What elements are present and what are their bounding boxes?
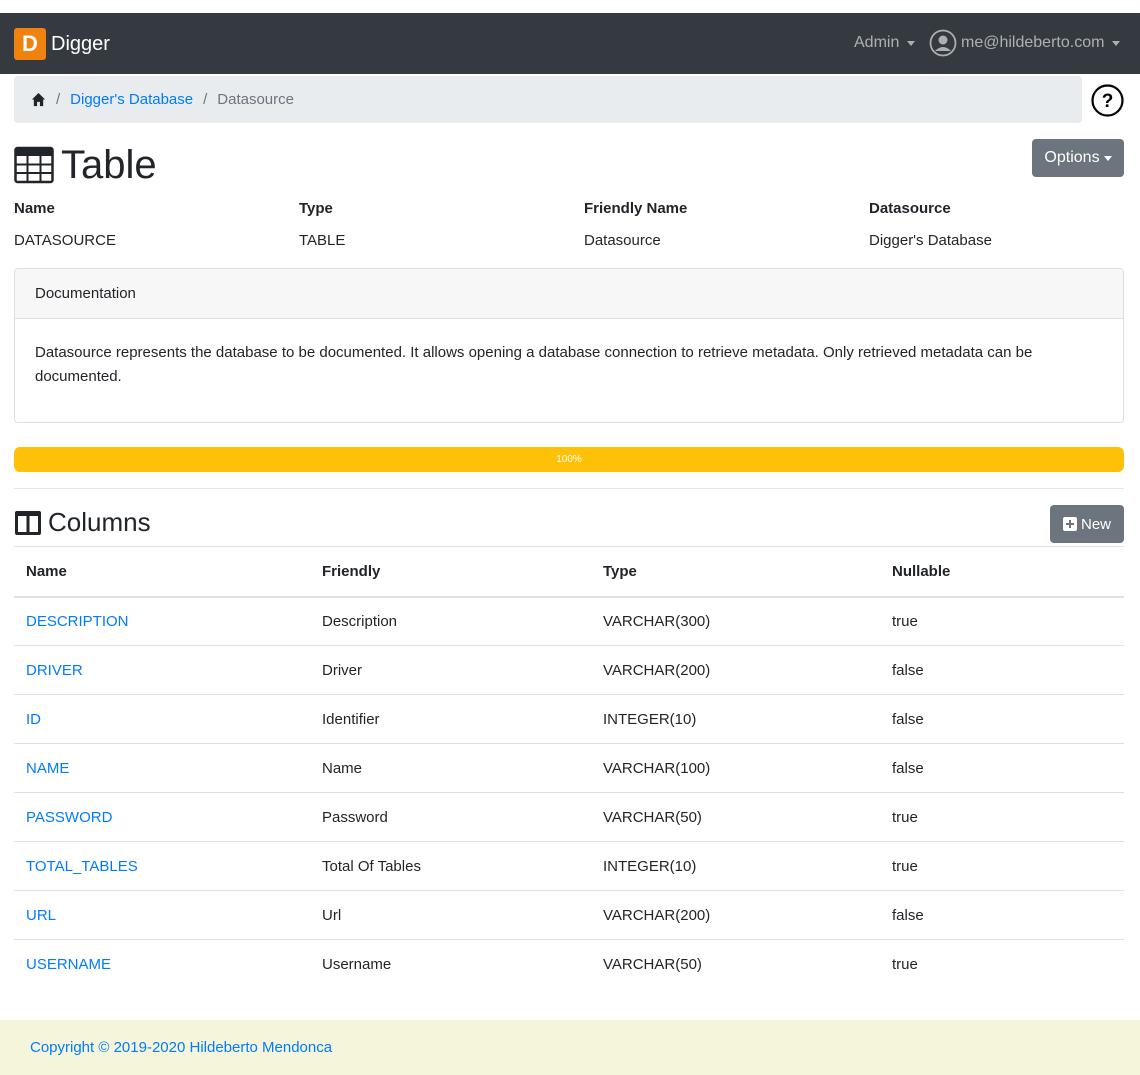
svg-text:?: ? — [1102, 91, 1114, 112]
plus-square-icon — [1062, 517, 1077, 531]
column-friendly-cell: Password — [310, 792, 591, 842]
column-type-cell: INTEGER(10) — [591, 694, 880, 744]
breadcrumb-separator: / — [203, 91, 208, 108]
divider — [14, 488, 1124, 489]
chevron-down-icon — [907, 40, 916, 46]
footer: Copyright © 2019-2020 Hildeberto Mendonc… — [0, 1020, 1140, 1075]
options-button[interactable]: Options — [1032, 139, 1124, 177]
column-type-cell: VARCHAR(200) — [591, 645, 880, 695]
brand-logo: D — [14, 28, 46, 60]
table-icon — [14, 146, 54, 184]
column-header-type: Type — [591, 546, 880, 598]
question-circle-icon[interactable]: ? — [1091, 84, 1124, 117]
column-nullable-cell: true — [880, 939, 1124, 989]
column-name-link[interactable]: ID — [14, 694, 310, 744]
progress-bar-fill: 100% — [14, 447, 1124, 472]
documentation-header: Documentation — [15, 269, 1123, 319]
column-friendly-cell: Url — [310, 890, 591, 940]
table-row: DRIVER Driver VARCHAR(200) false — [14, 645, 1124, 695]
column-friendly-cell: Name — [310, 743, 591, 793]
table-row: ID Identifier INTEGER(10) false — [14, 694, 1124, 744]
brand-link[interactable]: D Digger — [14, 28, 110, 60]
column-friendly-cell: Description — [322, 612, 398, 630]
meta-label-datasource: Datasource — [869, 200, 951, 217]
meta-value-name: DATASOURCE — [14, 232, 116, 249]
table-row: TOTAL_TABLES Total Of Tables INTEGER(10)… — [14, 841, 1124, 891]
chevron-down-icon — [1103, 155, 1112, 161]
column-header-nullable: Nullable — [880, 546, 1124, 598]
column-name-link[interactable]: URL — [14, 890, 310, 940]
column-nullable-cell: true — [892, 612, 918, 630]
column-name-link[interactable]: PASSWORD — [14, 792, 310, 842]
table-header-row: Name Friendly Type Nullable — [14, 546, 1124, 598]
user-avatar-icon — [929, 29, 957, 57]
table-row: USERNAME Username VARCHAR(50) true — [14, 939, 1124, 989]
column-nullable-cell: true — [880, 792, 1124, 842]
home-icon[interactable] — [31, 92, 46, 107]
column-nullable-cell: true — [880, 841, 1124, 891]
breadcrumb-link-database[interactable]: Digger's Database — [70, 91, 193, 108]
meta-label-friendly-name: Friendly Name — [584, 200, 688, 217]
column-name-link[interactable]: USERNAME — [14, 939, 310, 989]
column-nullable-cell: false — [880, 743, 1124, 793]
columns-title-text: Columns — [48, 507, 151, 537]
footer-copyright-link[interactable]: Copyright © 2019-2020 Hildeberto Mendonc… — [30, 1039, 332, 1056]
column-type-cell: INTEGER(10) — [591, 841, 880, 891]
documentation-body: Datasource represents the database to be… — [35, 344, 1033, 385]
column-header-name: Name — [14, 546, 310, 598]
column-type-cell: VARCHAR(50) — [591, 792, 880, 842]
meta-value-datasource: Digger's Database — [869, 232, 992, 249]
meta-value-type: TABLE — [299, 232, 346, 249]
top-navbar: D Digger Admin me@hildeberto.com — [0, 13, 1140, 74]
column-name-link[interactable]: NAME — [14, 743, 310, 793]
column-nullable-cell: false — [880, 890, 1124, 940]
breadcrumb-separator: / — [56, 91, 61, 108]
column-friendly-cell: Username — [310, 939, 591, 989]
breadcrumb: / Digger's Database / Datasource — [14, 76, 1082, 123]
table-row: URL Url VARCHAR(200) false — [14, 890, 1124, 940]
brand-name: Digger — [51, 32, 110, 55]
columns-icon — [15, 510, 41, 535]
meta-label-type: Type — [299, 200, 333, 217]
column-type-cell: VARCHAR(300) — [603, 612, 711, 630]
column-friendly-cell: Driver — [310, 645, 591, 695]
table-row: DESCRIPTION Description VARCHAR(300) tru… — [14, 597, 1124, 646]
columns-table: Name Friendly Type Nullable DESCRIPTION … — [14, 546, 1124, 989]
column-name-link[interactable]: DRIVER — [14, 645, 310, 695]
options-button-label: Options — [1044, 149, 1100, 166]
meta-label-name: Name — [14, 200, 55, 217]
page-title-text: Table — [61, 143, 157, 187]
column-nullable-cell: false — [880, 645, 1124, 695]
chevron-down-icon — [1112, 40, 1121, 46]
column-name-link[interactable]: TOTAL_TABLES — [14, 841, 310, 891]
column-type-cell: VARCHAR(200) — [591, 890, 880, 940]
column-nullable-cell: false — [880, 694, 1124, 744]
new-column-button[interactable]: New — [1050, 505, 1124, 543]
documentation-card: Documentation Datasource represents the … — [14, 268, 1124, 423]
breadcrumb-current: Datasource — [217, 91, 294, 108]
column-header-friendly: Friendly — [310, 546, 591, 598]
table-row: NAME Name VARCHAR(100) false — [14, 743, 1124, 793]
user-menu-dropdown[interactable]: me@hildeberto.com — [929, 29, 1121, 57]
documentation-progress: 100% — [14, 447, 1124, 472]
meta-value-friendly-name: Datasource — [584, 232, 661, 249]
table-row: PASSWORD Password VARCHAR(50) true — [14, 792, 1124, 842]
column-friendly-cell: Identifier — [310, 694, 591, 744]
column-friendly-cell: Total Of Tables — [310, 841, 591, 891]
user-email: me@hildeberto.com — [961, 34, 1105, 51]
column-type-cell: VARCHAR(50) — [591, 939, 880, 989]
column-type-cell: VARCHAR(100) — [591, 743, 880, 793]
page-title: Table — [14, 143, 157, 187]
new-button-label: New — [1080, 515, 1111, 533]
column-name-link[interactable]: DESCRIPTION — [14, 597, 310, 646]
columns-section-title: Columns — [14, 507, 151, 538]
admin-menu-dropdown[interactable]: Admin — [854, 34, 916, 52]
admin-menu-label: Admin — [854, 34, 900, 51]
